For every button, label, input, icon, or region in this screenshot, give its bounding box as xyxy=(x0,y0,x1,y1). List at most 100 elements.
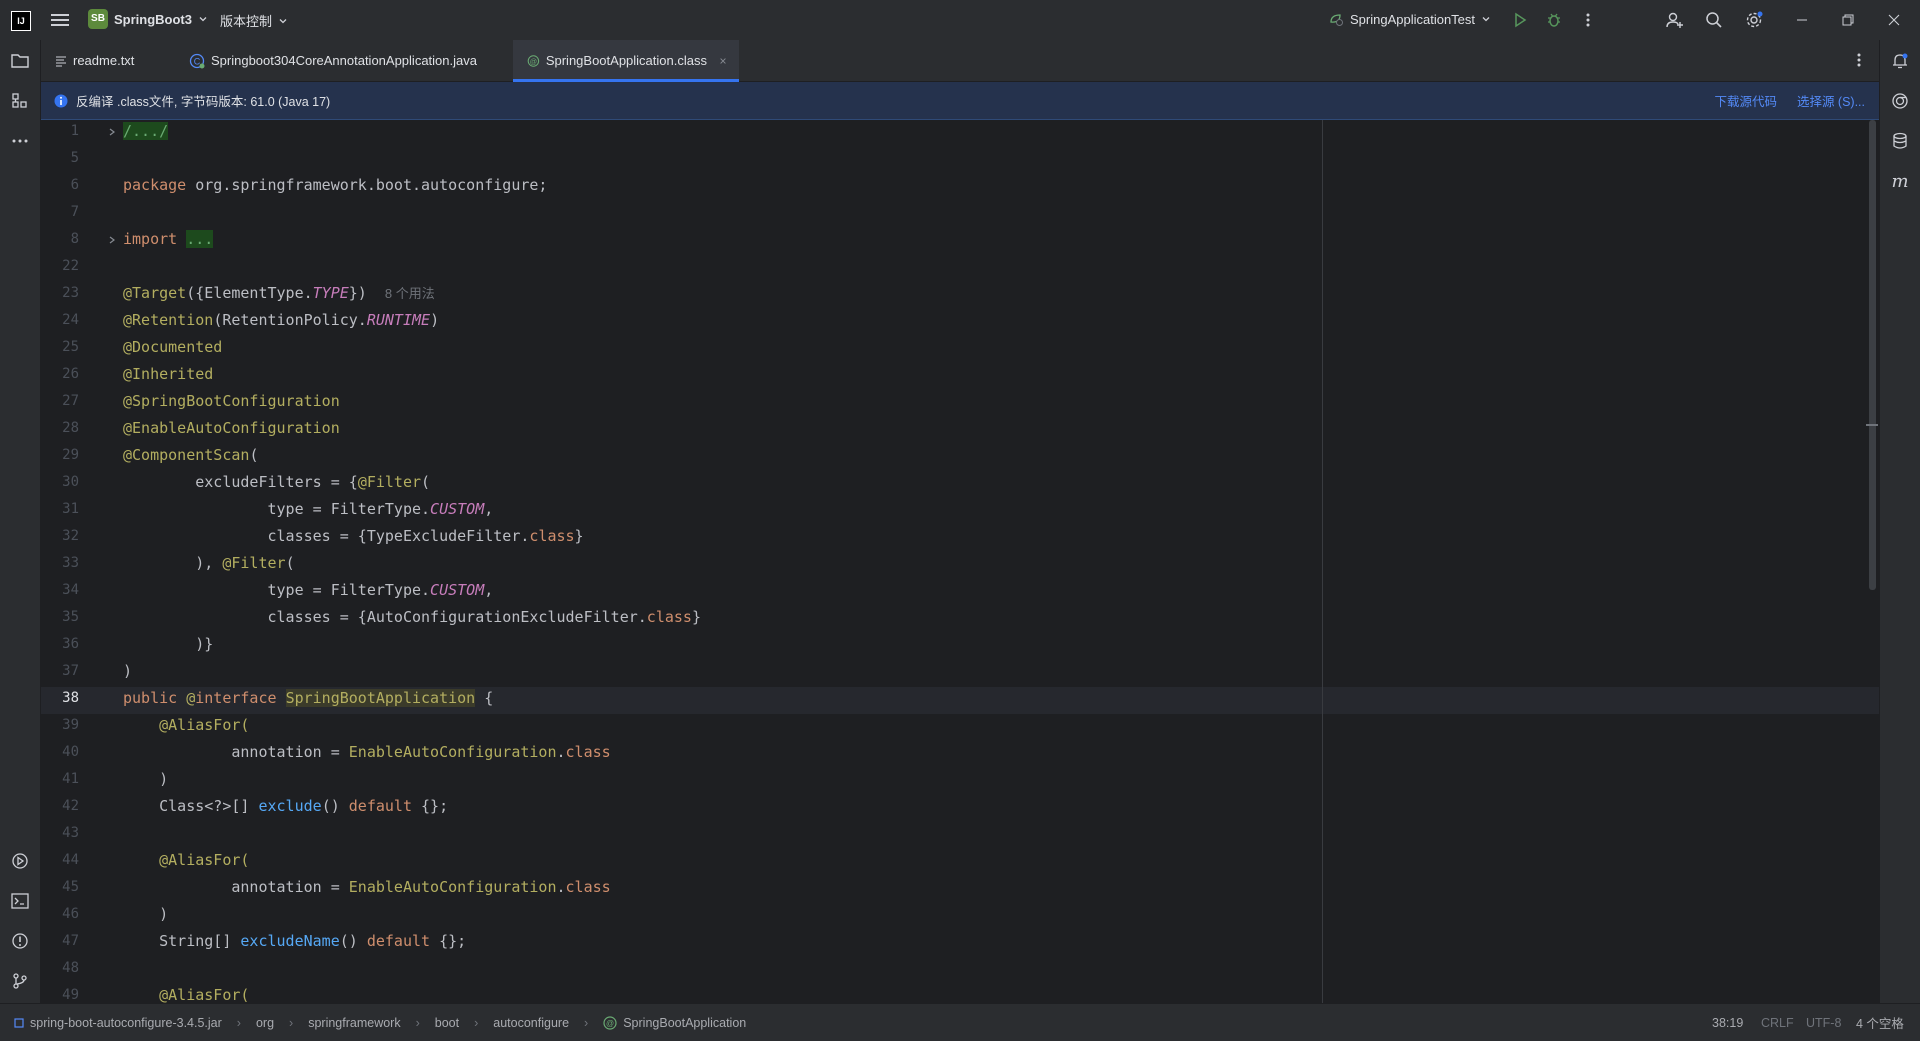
line-ending[interactable]: CRLF xyxy=(1761,1016,1794,1030)
debug-icon[interactable] xyxy=(1544,10,1564,30)
code-text: ({ElementType. xyxy=(186,284,313,302)
settings-gear-icon[interactable] xyxy=(1744,10,1764,30)
line-number: 42 xyxy=(62,798,79,814)
code-line: excludeFilters = {@Filter( xyxy=(123,469,430,496)
line-number: 40 xyxy=(62,744,79,760)
line-number: 45 xyxy=(62,879,79,895)
code-line: @Documented xyxy=(123,338,223,356)
code-text: classes = {TypeExcludeFilter. xyxy=(123,527,530,545)
right-tool-bar: m xyxy=(1879,40,1920,1003)
code-text: () xyxy=(321,797,349,815)
breadcrumb-org[interactable]: org xyxy=(256,1016,274,1030)
line-number: 35 xyxy=(62,609,79,625)
file-encoding[interactable]: UTF-8 xyxy=(1806,1016,1841,1030)
run-icon[interactable] xyxy=(1510,10,1530,30)
line-number: 24 xyxy=(62,312,79,328)
breadcrumb-springbootapplication[interactable]: SpringBootApplication xyxy=(623,1016,746,1030)
project-folder-icon[interactable] xyxy=(7,48,33,74)
chevron-right-icon: › xyxy=(474,1015,479,1030)
terminal-icon[interactable] xyxy=(7,888,33,914)
download-sources-link[interactable]: 下载源代码 xyxy=(1714,91,1777,110)
code-line: @AliasFor( xyxy=(123,986,250,1003)
more-actions-icon[interactable] xyxy=(1578,10,1598,30)
code-line: ) xyxy=(123,770,169,788)
code-text: . xyxy=(556,878,566,896)
choose-sources-link[interactable]: 选择源 (S)... xyxy=(1797,91,1865,110)
line-number: 27 xyxy=(62,393,79,409)
line-number: 34 xyxy=(62,582,79,598)
code-text: (RetentionPolicy. xyxy=(213,311,367,329)
vertical-scrollbar[interactable] xyxy=(1869,120,1876,590)
code-line: Class<?>[] exclude() default {}; xyxy=(123,793,448,820)
code-line: @AliasFor( xyxy=(123,851,250,869)
code-text: ) xyxy=(430,311,440,329)
minimize-window-icon[interactable] xyxy=(1790,10,1814,30)
services-icon[interactable] xyxy=(7,848,33,874)
code-with-me-icon[interactable] xyxy=(1665,10,1685,30)
title-bar: IJ SB SpringBoot3 版本控制 SpringApplication… xyxy=(0,0,1920,40)
annotation-class-icon: @ xyxy=(603,1015,617,1030)
tab-readme[interactable]: readme.txt xyxy=(41,40,175,81)
tab-options-icon[interactable] xyxy=(1851,52,1867,68)
code-editor[interactable]: 1 5 6 7 8 22 23 24 25 26 27 28 29 30 31 … xyxy=(41,120,1879,1003)
breadcrumb-jar[interactable]: spring-boot-autoconfigure-3.4.5.jar xyxy=(30,1016,222,1030)
keyword: public xyxy=(123,689,178,707)
code-line: /.../ xyxy=(123,120,169,145)
structure-icon[interactable] xyxy=(7,88,33,114)
chevron-right-icon: › xyxy=(415,1015,420,1030)
project-selector[interactable]: SB SpringBoot3 xyxy=(88,9,208,29)
code-text: annotation = xyxy=(123,743,349,761)
tab-springboot304-application-java[interactable]: C Springboot304CoreAnnotationApplication… xyxy=(175,40,513,81)
code-line: @Target({ElementType.TYPE}) 8 个用法 xyxy=(123,280,435,307)
line-number: 1 xyxy=(70,123,79,139)
folded-header-comment[interactable]: /.../ xyxy=(123,122,169,140)
line-number: 39 xyxy=(62,717,79,733)
code-line: @SpringBootConfiguration xyxy=(123,392,340,410)
database-icon[interactable] xyxy=(1887,128,1913,154)
maven-icon[interactable]: m xyxy=(1887,168,1913,194)
search-icon[interactable] xyxy=(1704,10,1724,30)
indent-setting[interactable]: 4 个空格 xyxy=(1856,1013,1904,1032)
code-text: ( xyxy=(421,473,431,491)
usages-inlay-hint[interactable]: 8 个用法 xyxy=(385,286,435,301)
git-branch-icon[interactable] xyxy=(7,968,33,994)
line-number: 46 xyxy=(62,906,79,922)
code-text: annotation = xyxy=(123,878,349,896)
line-number: 32 xyxy=(62,528,79,544)
more-tool-windows-icon[interactable] xyxy=(7,128,33,154)
main-menu-icon[interactable] xyxy=(50,10,70,30)
problems-icon[interactable] xyxy=(7,928,33,954)
close-window-icon[interactable] xyxy=(1882,10,1906,30)
spring-test-icon xyxy=(1330,14,1343,26)
run-config-selector[interactable]: SpringApplicationTest xyxy=(1328,11,1491,27)
intellij-logo-icon[interactable]: IJ xyxy=(11,11,31,31)
scroll-position-marker xyxy=(1866,424,1878,426)
run-config-label: SpringApplicationTest xyxy=(1350,11,1476,27)
keyword: import xyxy=(123,230,178,248)
fold-expand-icon[interactable] xyxy=(107,127,117,137)
method-name: excludeName xyxy=(240,932,340,950)
folded-imports[interactable]: ... xyxy=(186,230,214,248)
code-text: type = FilterType. xyxy=(123,500,431,518)
breadcrumb-boot[interactable]: boot xyxy=(435,1016,459,1030)
cursor-position[interactable]: 38:19 xyxy=(1712,1016,1743,1030)
notifications-bell-icon[interactable] xyxy=(1887,48,1913,74)
restore-window-icon[interactable] xyxy=(1836,10,1860,30)
fold-expand-icon[interactable] xyxy=(107,235,117,245)
code-text: , xyxy=(484,500,494,518)
vcs-menu[interactable]: 版本控制 xyxy=(220,11,288,30)
keyword: class xyxy=(646,608,692,626)
line-number-gutter[interactable]: 1 5 6 7 8 22 23 24 25 26 27 28 29 30 31 … xyxy=(41,120,121,1003)
breadcrumb-autoconfigure[interactable]: autoconfigure xyxy=(493,1016,569,1030)
annotation: @Retention xyxy=(123,311,214,329)
code-area[interactable]: /.../ package org.springframework.boot.a… xyxy=(123,120,1839,1003)
tab-label: readme.txt xyxy=(73,53,135,68)
line-number: 49 xyxy=(62,987,79,1003)
chevron-down-icon xyxy=(279,18,287,23)
ai-assistant-icon[interactable] xyxy=(1887,88,1913,114)
breadcrumb-springframework[interactable]: springframework xyxy=(308,1016,400,1030)
class-name-highlight[interactable]: SpringBootApplication xyxy=(285,689,476,707)
code-line: annotation = EnableAutoConfiguration.cla… xyxy=(123,739,610,766)
close-tab-icon[interactable] xyxy=(719,56,727,66)
tab-springbootapplication-class[interactable]: @ SpringBootApplication.class xyxy=(513,40,739,82)
